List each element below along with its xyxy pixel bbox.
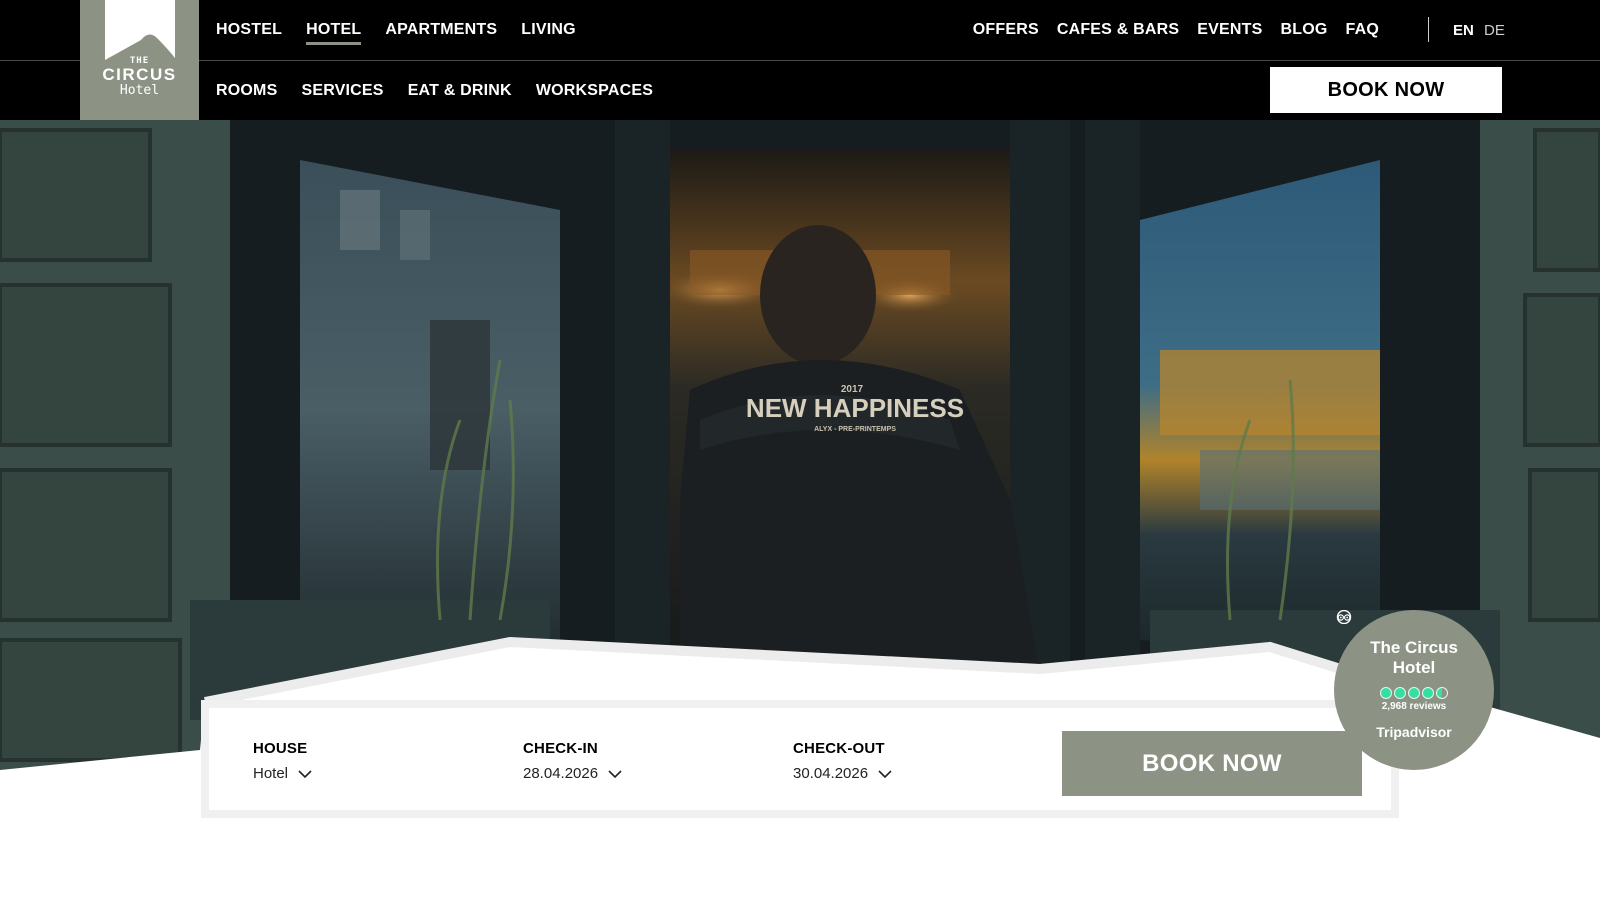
chevron-down-icon xyxy=(878,769,892,778)
tripadvisor-rating xyxy=(1380,687,1448,699)
subnav-workspaces[interactable]: WORKSPACES xyxy=(536,82,653,100)
house-select[interactable]: Hotel xyxy=(253,765,312,782)
checkin-label: CHECK-IN xyxy=(523,740,598,757)
booking-widget: HOUSE Hotel CHECK-IN 28.04.2026 CHECK-OU… xyxy=(201,700,1399,818)
language-separator xyxy=(1428,17,1429,42)
jacket-sub-text: ALYX - PRE-PRINTEMPS xyxy=(814,426,896,433)
rating-dot-icon xyxy=(1380,687,1392,699)
house-value: Hotel xyxy=(253,765,289,782)
tent-flag-icon xyxy=(104,0,175,60)
tripadvisor-badge[interactable]: The Circus Hotel 2,968 reviews Tripadvis… xyxy=(1334,610,1494,770)
checkin-field: CHECK-IN 28.04.2026 xyxy=(523,740,622,782)
jacket-main-text: NEW HAPPINESS xyxy=(746,393,964,423)
logo-hotel-text: Hotel xyxy=(119,83,160,98)
subnav-rooms[interactable]: ROOMS xyxy=(216,82,277,100)
chevron-down-icon xyxy=(298,769,312,778)
primary-nav: HOSTEL HOTEL APARTMENTS LIVING xyxy=(216,0,576,60)
nav-hotel[interactable]: HOTEL xyxy=(306,21,362,45)
tripadvisor-logo: Tripadvisor xyxy=(1336,610,1452,740)
language-de[interactable]: DE xyxy=(1484,0,1505,60)
house-field: HOUSE Hotel xyxy=(253,740,312,782)
nav-apartments[interactable]: APARTMENTS xyxy=(385,21,497,39)
rating-half-dot-icon xyxy=(1436,687,1448,699)
checkin-date-picker[interactable]: 28.04.2026 xyxy=(523,765,622,782)
house-label: HOUSE xyxy=(253,740,308,757)
tripadvisor-owl-icon xyxy=(1336,610,1352,624)
hotel-subnav: ROOMS SERVICES EAT & DRINK WORKSPACES xyxy=(216,61,653,120)
tripadvisor-hotel-name: The Circus Hotel xyxy=(1370,638,1458,677)
nav-blog[interactable]: BLOG xyxy=(1280,21,1327,39)
subnav-services[interactable]: SERVICES xyxy=(301,82,383,100)
checkin-value: 28.04.2026 xyxy=(523,765,599,782)
rating-dot-icon xyxy=(1422,687,1434,699)
header-book-now-button[interactable]: BOOK NOW xyxy=(1270,67,1502,113)
secondary-nav: OFFERS CAFES & BARS EVENTS BLOG FAQ xyxy=(973,0,1379,60)
site-header: THE CIRCUS Hotel HOSTEL HOTEL APARTMENTS… xyxy=(0,0,1600,120)
logo-circus-text: CIRCUS xyxy=(102,65,177,84)
rating-dot-icon xyxy=(1394,687,1406,699)
checkout-field: CHECK-OUT 30.04.2026 xyxy=(793,740,892,782)
booking-book-now-button[interactable]: BOOK NOW xyxy=(1062,731,1362,796)
nav-hostel[interactable]: HOSTEL xyxy=(216,21,282,39)
nav-offers[interactable]: OFFERS xyxy=(973,21,1039,39)
checkout-value: 30.04.2026 xyxy=(793,765,869,782)
nav-events[interactable]: EVENTS xyxy=(1197,21,1262,39)
nav-faq[interactable]: FAQ xyxy=(1346,21,1380,39)
checkout-label: CHECK-OUT xyxy=(793,740,885,757)
language-en[interactable]: EN xyxy=(1453,0,1474,60)
nav-living[interactable]: LIVING xyxy=(521,21,576,39)
tripadvisor-brand-text: Tripadvisor xyxy=(1376,724,1452,740)
site-logo[interactable]: THE CIRCUS Hotel xyxy=(80,0,199,120)
chevron-down-icon xyxy=(608,769,622,778)
tripadvisor-review-count: 2,968 reviews xyxy=(1381,701,1447,712)
subnav-eat-drink[interactable]: EAT & DRINK xyxy=(408,82,512,100)
checkout-date-picker[interactable]: 30.04.2026 xyxy=(793,765,892,782)
rating-dot-icon xyxy=(1408,687,1420,699)
nav-cafes-bars[interactable]: CAFES & BARS xyxy=(1057,21,1179,39)
